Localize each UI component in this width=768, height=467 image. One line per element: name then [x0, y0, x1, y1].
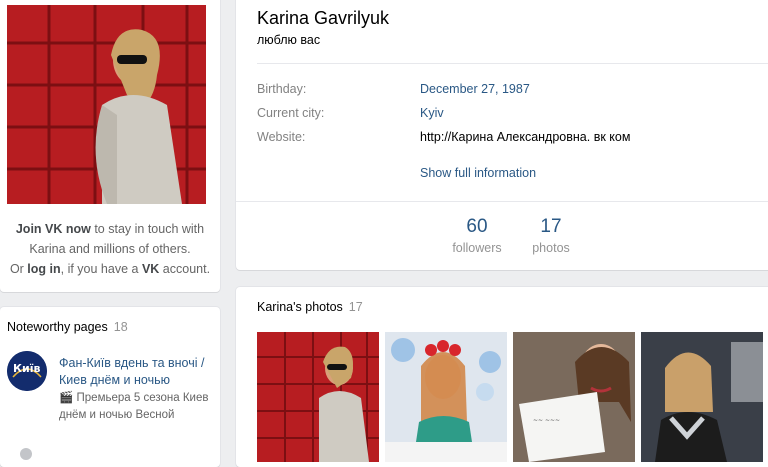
page-description: 🎬 Премьера 5 сезона Киев днём и ночью Ве… [59, 392, 209, 421]
photo-thumbnail[interactable] [385, 332, 507, 462]
svg-text:~~ ~~~: ~~ ~~~ [533, 417, 560, 424]
join-vk-link[interactable]: Join VK now [16, 222, 91, 236]
followers-count: 60 [466, 216, 488, 237]
noteworthy-count: 18 [113, 320, 128, 334]
join-text-3a: Or [9, 262, 28, 276]
noteworthy-pages-card: Noteworthy pages 18 Київ Фан-Київ вдень т… [0, 307, 220, 467]
join-message: Join VK now to stay in touch with Karina… [0, 219, 220, 279]
page-name-link[interactable]: Фан-Київ вдень та вночі / Киев днём и но… [59, 355, 214, 389]
website-label: Website: [257, 130, 306, 144]
show-full-info-link[interactable]: Show full information [420, 166, 536, 180]
city-value[interactable]: Kyiv [420, 106, 444, 120]
noteworthy-title: Noteworthy pages [7, 320, 108, 334]
photos-counter[interactable]: 17 photos [524, 216, 578, 258]
profile-name: Karina Gavrilyuk [257, 8, 390, 28]
page-avatar[interactable]: Київ [7, 351, 47, 391]
photo-thumbnail[interactable]: ~~ ~~~ [513, 332, 635, 462]
photos-title-count: 17 [348, 300, 363, 314]
profile-avatar[interactable] [7, 5, 206, 204]
left-profile-card: Join VK now to stay in touch with Karina… [0, 0, 220, 292]
divider [257, 63, 768, 64]
page-logo-text: Київ [13, 362, 41, 375]
photos-label: photos [532, 241, 570, 255]
join-text-2: Karina and millions of others. [29, 242, 191, 256]
photos-header[interactable]: Karina's photos 17 [257, 300, 363, 314]
profile-info-card: Karina Gavrilyuk люблю вас Birthday: Dec… [236, 0, 768, 270]
vk-text: VK [141, 262, 160, 276]
login-link[interactable]: log in [27, 262, 60, 276]
join-text-1: to stay in touch with [90, 222, 205, 236]
join-text-3c: account. [159, 262, 211, 276]
photos-title: Karina's photos [257, 300, 343, 314]
divider [236, 201, 768, 202]
profile-status: люблю вас [257, 33, 321, 47]
photos-card: Karina's photos 17 ~~ ~~~ [236, 287, 768, 467]
noteworthy-pages-title[interactable]: Noteworthy pages 18 [7, 320, 128, 334]
join-text-3b: , if you have a [60, 262, 142, 276]
photo-thumbnail[interactable] [641, 332, 763, 462]
photos-count: 17 [540, 216, 562, 237]
city-label: Current city: [257, 106, 325, 120]
birthday-value[interactable]: December 27, 1987 [420, 82, 530, 96]
website-value: http://Карина Александровна. вк ком [420, 130, 631, 144]
followers-counter[interactable]: 60 followers [444, 216, 510, 258]
birthday-label: Birthday: [257, 82, 307, 96]
followers-label: followers [452, 241, 502, 255]
photo-thumbnail[interactable] [257, 332, 379, 462]
